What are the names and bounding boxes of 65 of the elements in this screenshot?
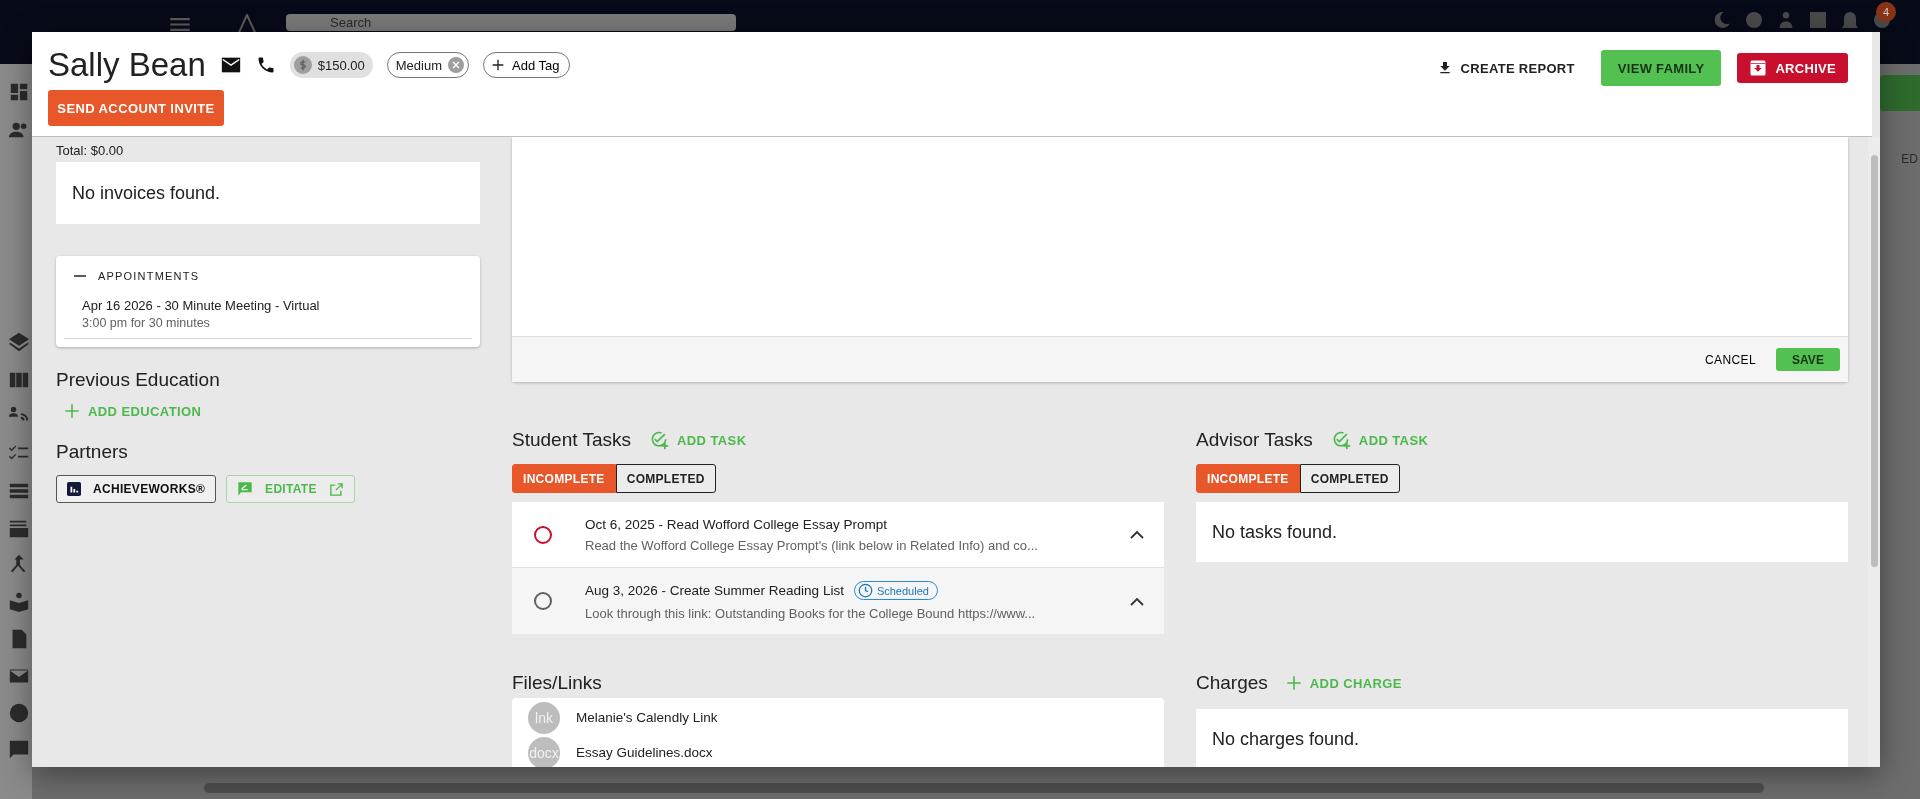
invoice-total: Total: $0.00 [56,143,125,158]
partner-button[interactable]: ACHIEVEWORKS® [56,475,217,503]
task-description: Read the Wofford College Essay Prompt's (link below in Related Info) and co... [585,537,1039,553]
task-row[interactable]: Aug 3, 2026 - Create Summer Reading List Scheduled Look through this link: Outstanding Books for the College Bound https://www... [512,568,1164,634]
chevron-up-icon[interactable] [1130,530,1144,539]
partial-label: ED [1901,152,1918,166]
section-title: Files/Links [512,672,602,694]
contact-name: Sally Bean [48,46,206,84]
menu-icon [170,18,190,31]
archive-box-icon [1749,59,1768,77]
appointment-time: 3:00 pm for 30 minutes [82,316,211,330]
task-checkbox[interactable] [534,592,552,610]
chat-pen-icon [237,481,254,497]
reader-icon[interactable] [8,591,30,613]
dollar-circle-icon [293,56,312,74]
search-field[interactable]: Search [286,14,736,31]
file-name: Essay Guidelines.docx [576,745,713,760]
tab[interactable]: INCOMPLETE [512,464,616,493]
check-circle-plus-icon [649,430,669,450]
tag-chip[interactable]: Medium [386,52,469,78]
section-title: Student Tasks [512,429,631,451]
notification-badge: 4 [1876,2,1896,22]
file-name: Melanie's Calendly Link [576,710,718,725]
appointment-title: Apr 16 2026 - 30 Minute Meeting - Virtual [82,298,321,313]
tab[interactable]: COMPLETED [1299,464,1400,493]
empty-tasks-message: No tasks found. [1196,502,1848,562]
square-icon [1810,12,1826,28]
chat-pen-icon[interactable] [8,738,30,760]
save-button[interactable]: SAVE [1776,348,1840,371]
section-title: Partners [56,441,129,463]
bar-chart-icon [67,482,81,496]
empty-invoices-message: No invoices found. [56,162,480,224]
section-title: Previous Education [56,369,221,391]
appointments-title: APPOINTMENTS [98,270,200,282]
task-title: Oct 6, 2025 - Read Wofford College Essay Prompt [585,516,887,532]
bell-icon [1842,12,1858,28]
chevron-up-icon[interactable] [1130,596,1144,606]
clock-icon [857,583,873,598]
tag-label: Medium [395,57,442,73]
moon-icon [1714,12,1730,28]
create-report-button[interactable]: CREATE REPORT [1426,50,1585,86]
plus-icon [64,403,80,419]
add-tag-button[interactable]: Add Tag [483,52,571,78]
grid-icon[interactable] [8,81,30,103]
task-description: Look through this link: Outstanding Books for the College Bound https://www... [585,606,1037,621]
plus-icon [1285,675,1302,691]
external-link-icon [328,481,344,497]
task-checkbox[interactable] [534,525,552,544]
playlist-icon[interactable] [8,518,30,540]
scrollbar[interactable] [1868,137,1880,767]
plus-icon [490,57,506,73]
cancel-button[interactable]: CANCEL [1696,346,1764,373]
scrollbar[interactable] [204,783,1764,793]
tab[interactable]: INCOMPLETE [1196,464,1300,493]
person-icon [1778,12,1794,28]
balance-amount: $150.00 [317,57,365,73]
empty-charges-message: No charges found. [1196,709,1848,767]
section-title: Charges [1196,672,1268,694]
layers-icon[interactable] [8,331,30,353]
section-title: Advisor Tasks [1196,429,1313,451]
send-account-invite-button[interactable]: SEND ACCOUNT INVITE [48,90,224,126]
task-title: Aug 3, 2026 - Create Summer Reading List [585,583,844,598]
archive-button[interactable]: ARCHIVE [1737,53,1848,83]
view-family-button[interactable]: VIEW FAMILY [1600,50,1722,86]
tab[interactable]: COMPLETED [615,464,716,493]
